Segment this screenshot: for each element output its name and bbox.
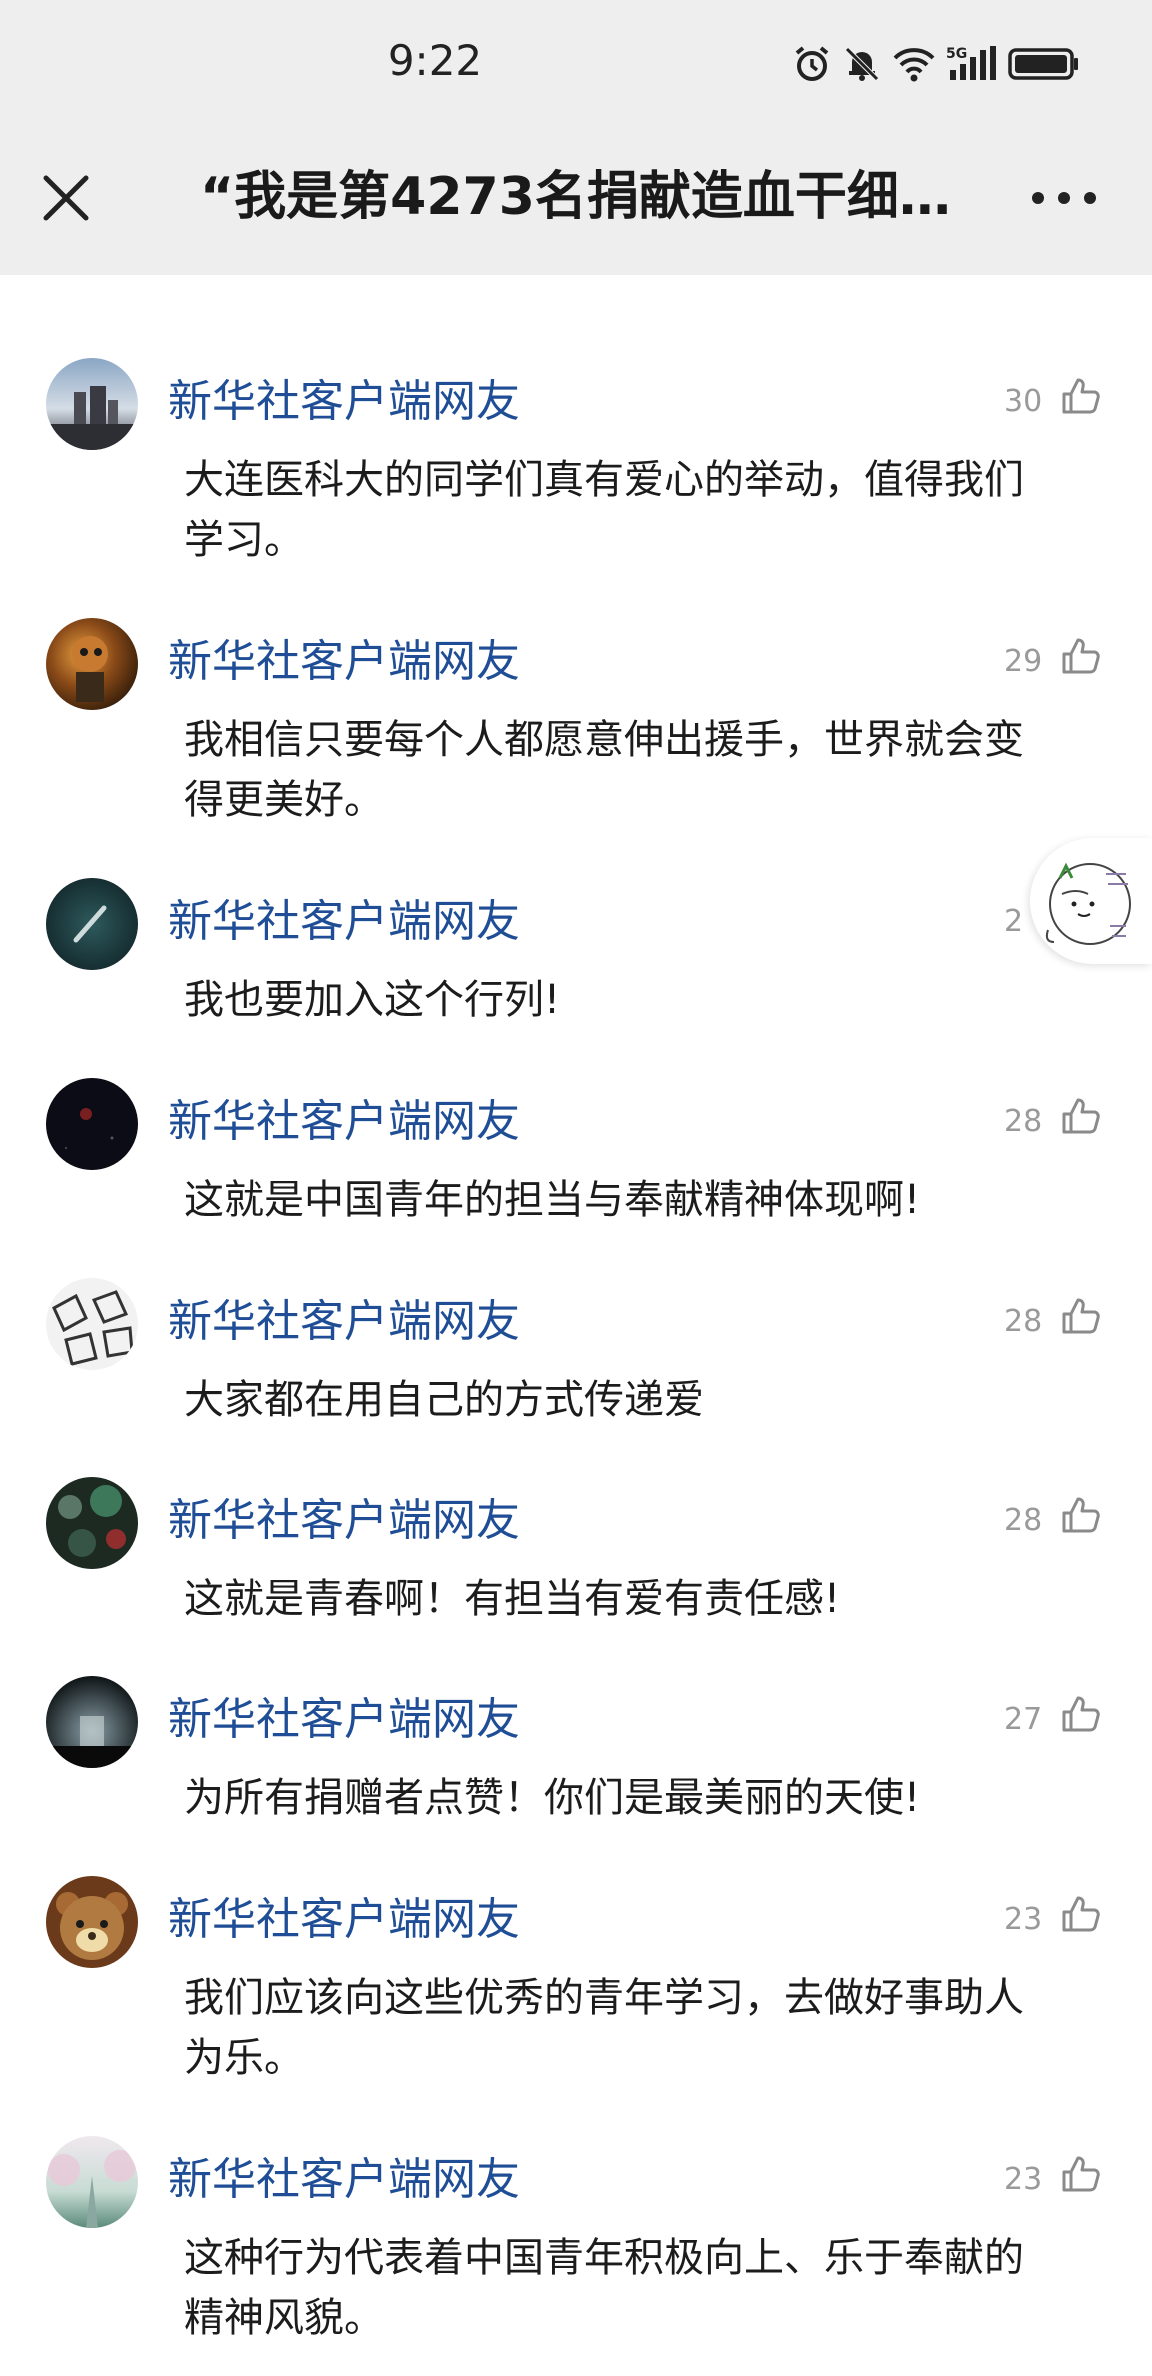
wifi-icon bbox=[893, 48, 935, 82]
battery-icon bbox=[1008, 48, 1078, 80]
thumbs-up-icon[interactable] bbox=[1058, 1094, 1102, 1138]
svg-text:5G: 5G bbox=[946, 46, 967, 62]
comment-text: 这种行为代表着中国青年积极向上、乐于奉献的精神风貌。 bbox=[184, 2235, 1024, 2341]
username[interactable]: 新华社客户端网友 bbox=[168, 1092, 520, 1152]
more-icon[interactable] bbox=[1024, 166, 1104, 230]
comment-text: 这就是中国青年的担当与奉献精神体现啊! bbox=[184, 1177, 921, 1223]
username[interactable]: 新华社客户端网友 bbox=[168, 2150, 520, 2210]
avatar[interactable] bbox=[46, 2136, 138, 2228]
page-title: “我是第4273名捐献造血干细… bbox=[200, 167, 951, 227]
thumbs-up-icon[interactable] bbox=[1058, 1892, 1102, 1936]
username[interactable]: 新华社客户端网友 bbox=[168, 1491, 520, 1551]
alarm-icon bbox=[795, 46, 829, 81]
like-count: 2 bbox=[1004, 904, 1024, 939]
thumbs-up-icon[interactable] bbox=[1058, 634, 1102, 678]
avatar[interactable] bbox=[46, 1278, 138, 1370]
username[interactable]: 新华社客户端网友 bbox=[168, 632, 520, 692]
status-bar: 9:22 5G bbox=[0, 0, 1152, 130]
like-count: 28 bbox=[1004, 1503, 1043, 1538]
thumbs-up-icon[interactable] bbox=[1058, 1692, 1102, 1736]
nav-bar: “我是第4273名捐献造血干细… bbox=[0, 130, 1152, 275]
like-count: 28 bbox=[1004, 1104, 1043, 1139]
avatar[interactable] bbox=[46, 1876, 138, 1968]
thumbs-up-icon[interactable] bbox=[1058, 1493, 1102, 1537]
username[interactable]: 新华社客户端网友 bbox=[168, 372, 520, 432]
like-count: 30 bbox=[1004, 384, 1043, 419]
floating-mascot-button[interactable] bbox=[1030, 838, 1152, 964]
avatar[interactable] bbox=[46, 618, 138, 710]
thumbs-up-icon[interactable] bbox=[1058, 2152, 1102, 2196]
like-count: 29 bbox=[1004, 644, 1043, 679]
avatar[interactable] bbox=[46, 358, 138, 450]
comment-text: 我相信只要每个人都愿意伸出援手，世界就会变得更美好。 bbox=[184, 717, 1024, 823]
status-time: 9:22 bbox=[387, 36, 483, 85]
avatar[interactable] bbox=[46, 878, 138, 970]
username[interactable]: 新华社客户端网友 bbox=[168, 892, 520, 952]
comment-text: 大连医科大的同学们真有爱心的举动，值得我们学习。 bbox=[184, 457, 1024, 563]
username[interactable]: 新华社客户端网友 bbox=[168, 1890, 520, 1950]
avatar[interactable] bbox=[46, 1477, 138, 1569]
like-count: 27 bbox=[1004, 1702, 1043, 1737]
comment-text: 为所有捐赠者点赞！你们是最美丽的天使! bbox=[184, 1775, 921, 1821]
like-count: 28 bbox=[1004, 1304, 1043, 1339]
thumbs-up-icon[interactable] bbox=[1058, 1294, 1102, 1338]
status-icons: 5G bbox=[792, 44, 1080, 84]
mute-bell-icon bbox=[845, 47, 879, 81]
like-count: 23 bbox=[1004, 2162, 1043, 2197]
close-icon[interactable] bbox=[34, 166, 98, 230]
avatar[interactable] bbox=[46, 1676, 138, 1768]
comment-text: 我也要加入这个行列! bbox=[184, 977, 561, 1023]
comment-text: 大家都在用自己的方式传递爱 bbox=[184, 1377, 704, 1423]
mascot-icon bbox=[1045, 862, 1131, 945]
like-count: 23 bbox=[1004, 1902, 1043, 1937]
username[interactable]: 新华社客户端网友 bbox=[168, 1690, 520, 1750]
avatar[interactable] bbox=[46, 1078, 138, 1170]
username[interactable]: 新华社客户端网友 bbox=[168, 1292, 520, 1352]
comment-text: 我们应该向这些优秀的青年学习，去做好事助人为乐。 bbox=[184, 1975, 1024, 2081]
5g-signal-icon: 5G bbox=[946, 46, 996, 80]
thumbs-up-icon[interactable] bbox=[1058, 374, 1102, 418]
comment-text: 这就是青春啊！有担当有爱有责任感! bbox=[184, 1576, 841, 1622]
